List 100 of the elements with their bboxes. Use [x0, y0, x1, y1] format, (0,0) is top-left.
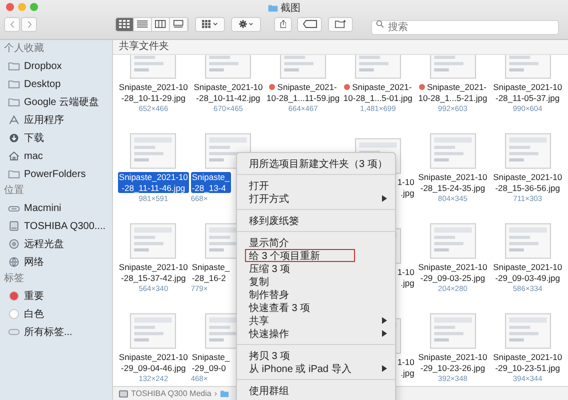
- image-thumbnail[interactable]: [130, 133, 176, 169]
- file-name[interactable]: Snipaste_2021-10 -29_09-03-25.jpg: [417, 262, 488, 283]
- window-title: 截图: [280, 2, 300, 14]
- menu-item[interactable]: 用所选项目新建文件夹（3 项）: [237, 157, 395, 170]
- globe-icon: [8, 257, 20, 267]
- folder-icon: [8, 79, 20, 89]
- file-name[interactable]: Snipaste_2021-10 -28_15-37-42.jpg: [118, 262, 189, 283]
- file-name[interactable]: Snipaste_2021-10 -28_11-05-37.jpg: [492, 82, 564, 103]
- new-folder-button[interactable]: [328, 16, 353, 32]
- file-name[interactable]: Snipaste_2021-10 -28_15-24-35.jpg: [417, 172, 488, 193]
- tag-button[interactable]: [297, 16, 322, 32]
- folder-icon: [8, 97, 20, 107]
- menu-item[interactable]: 显示简介: [237, 236, 395, 249]
- home-icon: [8, 151, 20, 161]
- chevron-left-icon: [10, 20, 14, 28]
- file-name[interactable]: Snipaste_2021-10 -28_11-11-46.jpg: [118, 172, 189, 193]
- file-name[interactable]: Snipaste_2021-10 -28_10-11-29.jpg: [118, 82, 189, 103]
- search-field[interactable]: 搜索: [371, 20, 559, 34]
- new-folder-icon: [334, 20, 346, 28]
- back-button[interactable]: [4, 16, 20, 32]
- section-header: 共享文件夹: [113, 40, 568, 55]
- file-name[interactable]: Snipaste_2021-10 -29_09-04-46.jpg: [118, 352, 189, 373]
- file-name[interactable]: Snipaste_2021- 10-28_1...5-01.jpg: [342, 82, 414, 103]
- close-button[interactable]: [6, 3, 14, 11]
- file-name[interactable]: 1-10 .jpg: [396, 267, 416, 288]
- view-mode-button[interactable]: [134, 18, 152, 30]
- image-thumbnail[interactable]: [430, 133, 476, 169]
- sidebar-item[interactable]: Desktop: [0, 75, 112, 93]
- folder-icon: [268, 4, 278, 12]
- view-mode-button[interactable]: [170, 18, 188, 30]
- file-name[interactable]: Snipaste_ -28_13-4: [190, 172, 231, 193]
- menu-item[interactable]: 压缩 3 项: [237, 262, 395, 275]
- sidebar-item[interactable]: 远程光盘: [0, 235, 112, 253]
- tags-icon: [8, 327, 20, 337]
- forward-button[interactable]: [21, 16, 37, 32]
- image-thumbnail[interactable]: [504, 223, 551, 259]
- path-separator: ›: [214, 389, 218, 398]
- file-name[interactable]: 1-10 .jpg: [396, 357, 416, 378]
- file-name[interactable]: Snipaste_2021- 10-28_1...5-21.jpg: [417, 82, 488, 103]
- menu-item[interactable]: 移到废纸篓: [237, 214, 395, 227]
- gallery-view-icon: [173, 20, 184, 28]
- sidebar-item[interactable]: 下载: [0, 129, 112, 147]
- sidebar-item[interactable]: Macmini: [0, 199, 112, 217]
- columns-view-icon: [155, 20, 166, 28]
- grid-dropdown-icon: [202, 20, 218, 28]
- settings-button[interactable]: [231, 16, 261, 32]
- menu-item[interactable]: 制作替身: [237, 288, 395, 301]
- sidebar-section-title: 个人收藏: [3, 42, 45, 56]
- sidebar-item[interactable]: 网络: [0, 253, 112, 271]
- sidebar-section-title: 标签: [3, 272, 25, 286]
- gear-dropdown-icon: [238, 20, 254, 28]
- image-thumbnail[interactable]: [430, 223, 476, 259]
- menu-item[interactable]: 快速操作: [237, 327, 395, 340]
- share-icon: [280, 20, 286, 28]
- sidebar-item[interactable]: Google 云端硬盘: [0, 93, 112, 111]
- sidebar-item[interactable]: 应用程序: [0, 111, 112, 129]
- file-name[interactable]: Snipaste_2021-10 -28_10-11-42.jpg: [192, 82, 264, 103]
- view-mode-button[interactable]: [116, 18, 134, 30]
- group-button[interactable]: [195, 16, 225, 32]
- sidebar-item[interactable]: 重要: [0, 287, 112, 305]
- sidebar-item[interactable]: 所有标签...: [0, 323, 112, 341]
- path-item[interactable]: TOSHIBA Q300 Media: [131, 389, 212, 398]
- sidebar-item[interactable]: mac: [0, 147, 112, 165]
- menu-item[interactable]: 从 iPhone 或 iPad 导入: [237, 362, 395, 375]
- file-name[interactable]: Snipaste_ -28_16-2: [190, 262, 231, 283]
- sidebar-item[interactable]: 白色: [0, 305, 112, 323]
- menu-item[interactable]: 使用群组: [237, 384, 395, 397]
- sidebar-item[interactable]: TOSHIBA Q300....: [0, 217, 112, 235]
- view-mode-switcher[interactable]: [115, 16, 189, 32]
- image-thumbnail[interactable]: [430, 313, 476, 349]
- menu-item[interactable]: 打开方式: [237, 192, 395, 205]
- sidebar-item[interactable]: Dropbox: [0, 57, 112, 75]
- file-name[interactable]: Snipaste_2021-10 -29_09-03-49.jpg: [492, 262, 564, 283]
- zoom-button[interactable]: [30, 3, 38, 11]
- share-button[interactable]: [274, 16, 292, 32]
- view-mode-button[interactable]: [152, 18, 170, 30]
- file-name[interactable]: Snipaste_2021- 10-28_1...11-59.jpg: [266, 82, 341, 103]
- menu-item[interactable]: 给 3 个项目重新: [245, 249, 355, 262]
- image-thumbnail[interactable]: [504, 313, 551, 349]
- sidebar-item[interactable]: PowerFolders: [0, 165, 112, 183]
- menu-item[interactable]: 打开: [237, 179, 395, 192]
- file-name[interactable]: Snipaste_2021-10 -29_10-23-26.jpg: [417, 352, 488, 373]
- file-name[interactable]: 1-10 .jpg: [396, 177, 416, 198]
- image-thumbnail[interactable]: [130, 223, 176, 259]
- menu-item[interactable]: 共享: [237, 314, 395, 327]
- menu-item[interactable]: 复制: [237, 275, 395, 288]
- minimize-button[interactable]: [18, 3, 26, 11]
- folder-icon: [8, 169, 20, 179]
- folder-icon: [220, 389, 230, 398]
- image-thumbnail[interactable]: [504, 133, 551, 169]
- download-icon: [8, 133, 20, 143]
- file-name[interactable]: Snipaste_2021-10 -28_15-36-56.jpg: [492, 172, 564, 193]
- tag-icon: [302, 20, 316, 28]
- menu-item[interactable]: 拷贝 3 项: [237, 349, 395, 362]
- file-name[interactable]: Snipaste_2021-10 -29_10-23-51.jpg: [492, 352, 564, 373]
- folder-icon: [8, 61, 20, 71]
- menu-item[interactable]: 快速查看 3 项: [237, 301, 395, 314]
- image-thumbnail[interactable]: [130, 313, 176, 349]
- file-name[interactable]: Snipaste_ -29_09-0: [190, 352, 231, 373]
- icon-view-icon: [119, 20, 130, 28]
